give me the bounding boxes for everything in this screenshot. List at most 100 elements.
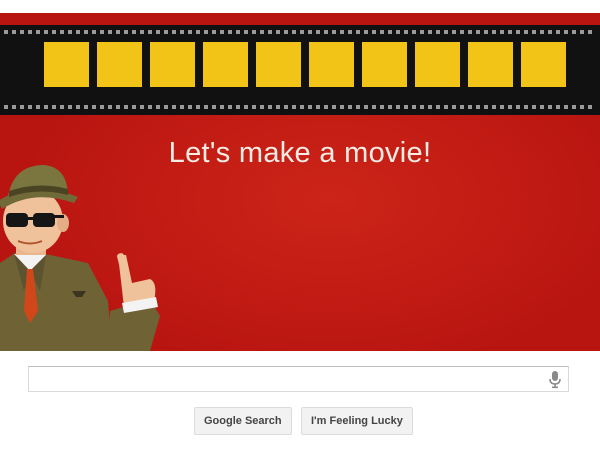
film-perforation	[100, 30, 104, 34]
doodle-banner[interactable]: Let's make a movie!	[0, 13, 600, 351]
film-perforation	[228, 105, 232, 109]
film-perforation	[20, 30, 24, 34]
film-perforation	[180, 105, 184, 109]
film-perforation	[396, 105, 400, 109]
film-perforation	[572, 105, 576, 109]
film-perforation	[508, 30, 512, 34]
film-perforation	[188, 30, 192, 34]
microphone-icon[interactable]	[548, 370, 562, 389]
film-perforation	[60, 105, 64, 109]
film-perforation	[260, 105, 264, 109]
film-perforation	[428, 105, 432, 109]
film-perforation	[220, 105, 224, 109]
film-perforation	[204, 30, 208, 34]
director-illustration	[0, 165, 160, 351]
film-perforation	[212, 30, 216, 34]
film-perforation	[348, 105, 352, 109]
film-frame	[44, 42, 89, 87]
film-perforation	[148, 105, 152, 109]
film-perforation	[148, 30, 152, 34]
film-perforation	[580, 30, 584, 34]
film-perforation	[428, 30, 432, 34]
film-perforation	[36, 105, 40, 109]
film-perforation	[236, 30, 240, 34]
film-perforation	[324, 105, 328, 109]
film-perforation	[404, 105, 408, 109]
film-perforation	[300, 30, 304, 34]
film-perforation	[268, 105, 272, 109]
film-frame	[97, 42, 142, 87]
film-perforation	[420, 105, 424, 109]
film-perforation	[540, 105, 544, 109]
film-perforation	[524, 30, 528, 34]
film-perforation	[164, 105, 168, 109]
film-frame	[150, 42, 195, 87]
film-perforation	[516, 30, 520, 34]
film-perforation	[316, 30, 320, 34]
film-perforation	[588, 105, 592, 109]
feeling-lucky-button[interactable]: I'm Feeling Lucky	[301, 407, 413, 435]
film-perforation	[36, 30, 40, 34]
film-perforation	[452, 105, 456, 109]
film-perforation	[476, 105, 480, 109]
film-perforation	[4, 30, 8, 34]
film-perforation	[332, 105, 336, 109]
film-perforation	[68, 105, 72, 109]
film-perforation	[68, 30, 72, 34]
film-perforation	[420, 30, 424, 34]
film-perforation	[172, 30, 176, 34]
search-box[interactable]	[28, 366, 569, 392]
google-search-button[interactable]: Google Search	[194, 407, 292, 435]
film-perforation	[124, 30, 128, 34]
film-perforation	[492, 105, 496, 109]
film-perforation	[332, 30, 336, 34]
film-perforation	[276, 105, 280, 109]
film-perforation	[340, 105, 344, 109]
film-perforation	[412, 105, 416, 109]
film-strip	[0, 25, 600, 115]
film-perforation	[300, 105, 304, 109]
film-perforation	[372, 105, 376, 109]
film-perforation	[108, 105, 112, 109]
film-perforation	[132, 105, 136, 109]
film-perforation	[564, 105, 568, 109]
film-perforation	[468, 30, 472, 34]
film-perforation	[52, 30, 56, 34]
film-perforation	[460, 30, 464, 34]
film-perforation	[340, 30, 344, 34]
film-perforation	[164, 30, 168, 34]
film-perforations-bottom	[4, 105, 596, 110]
film-perforation	[292, 105, 296, 109]
film-perforation	[532, 105, 536, 109]
film-perforation	[12, 30, 16, 34]
film-perforations-top	[4, 30, 596, 35]
film-perforation	[444, 105, 448, 109]
film-perforation	[308, 30, 312, 34]
film-perforation	[20, 105, 24, 109]
film-perforation	[260, 30, 264, 34]
film-perforation	[324, 30, 328, 34]
film-perforation	[268, 30, 272, 34]
film-perforation	[44, 105, 48, 109]
film-perforation	[484, 105, 488, 109]
film-perforation	[588, 30, 592, 34]
film-perforation	[28, 30, 32, 34]
film-perforation	[436, 105, 440, 109]
film-perforation	[292, 30, 296, 34]
film-perforation	[356, 30, 360, 34]
film-perforation	[500, 30, 504, 34]
film-perforation	[100, 105, 104, 109]
film-perforation	[116, 105, 120, 109]
film-perforation	[524, 105, 528, 109]
film-perforation	[244, 30, 248, 34]
film-frame	[468, 42, 513, 87]
film-perforation	[476, 30, 480, 34]
search-input[interactable]	[35, 368, 539, 392]
film-perforation	[548, 105, 552, 109]
film-perforation	[140, 30, 144, 34]
film-perforation	[156, 30, 160, 34]
film-perforation	[516, 105, 520, 109]
film-perforation	[532, 30, 536, 34]
film-perforation	[204, 105, 208, 109]
film-perforation	[308, 105, 312, 109]
